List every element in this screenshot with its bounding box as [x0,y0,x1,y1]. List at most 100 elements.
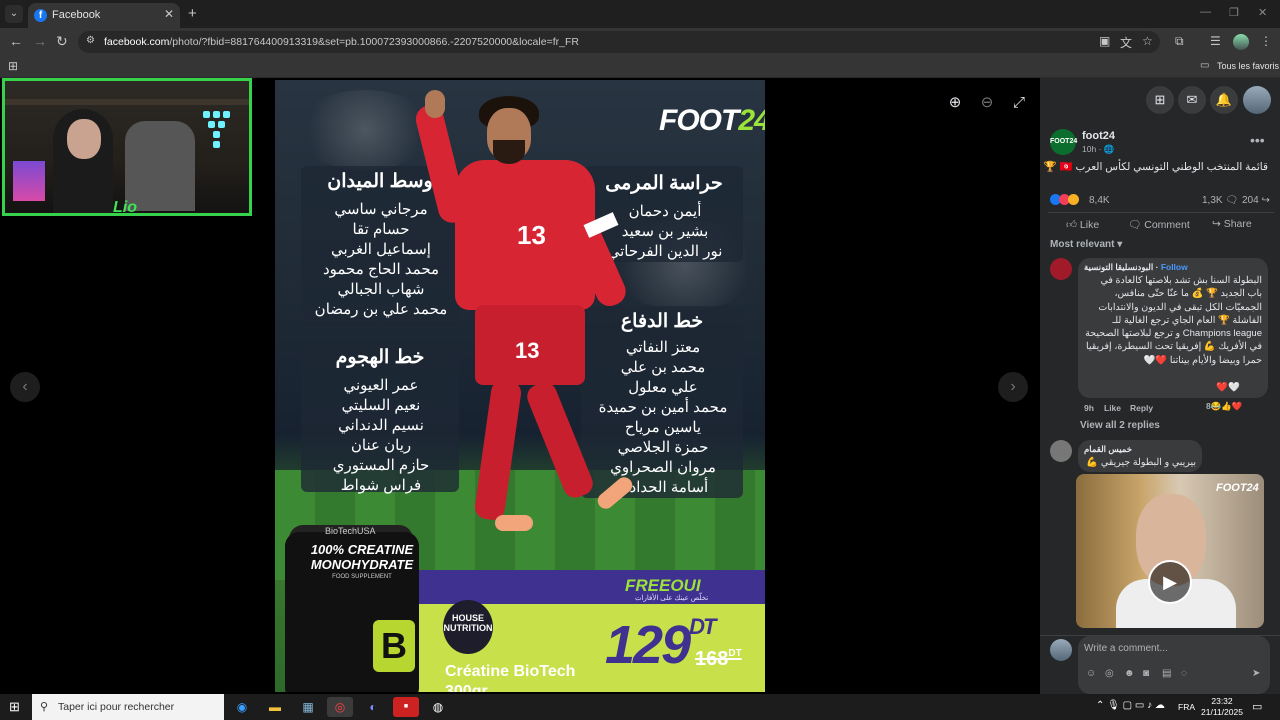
webcam-chair [125,121,195,211]
fullscreen-icon[interactable]: ⤢ [1004,88,1034,118]
camera-icon[interactable]: ◙ [1143,668,1149,679]
profile-avatar[interactable] [1233,34,1249,50]
jar-brand: BioTechUSA [325,526,376,536]
translate-icon[interactable]: 文 [1120,34,1132,51]
obs-app-icon[interactable]: ■ [393,697,419,717]
all-bookmarks-link[interactable]: Tous les favoris [1217,61,1279,71]
zoom-out-icon[interactable]: ⊖ [972,88,1002,118]
post-side-panel: ⊞ ✉ 🔔 FOOT24 foot24 10h · 🌐 ••• قائمة ال… [1040,78,1280,694]
chrome-icon[interactable]: ◎ [327,697,353,717]
attack-title: خط الهجوم [335,347,425,368]
gif-icon[interactable]: ▤ [1162,668,1171,679]
comment-count-value: 1,3K [1202,195,1223,206]
messenger-icon[interactable]: ✉ [1178,86,1206,114]
comment-video[interactable]: FOOT24 ▶ [1076,474,1264,628]
webcam-shelf [5,99,249,105]
comment-like-button[interactable]: Like [1104,403,1121,413]
window-close-icon[interactable]: ✕ [1258,6,1267,19]
language-indicator[interactable]: FRA [1178,702,1195,712]
ad-banner: FREEOUI تخلّص عينك على الأفارات HOUSE NU… [275,525,765,692]
jar-subtitle: FOOD SUPPLEMENT [332,574,392,580]
view-replies-link[interactable]: View all 2 replies [1080,420,1160,431]
back-icon[interactable]: ← [9,33,23,49]
comment-input[interactable]: Write a comment... [1084,643,1168,654]
url-text[interactable]: facebook.com/photo/?fbid=881764400913319… [104,36,579,48]
kebab-menu-icon[interactable]: ⋮ [1260,34,1272,48]
toolbar: ← → ↻ ⚙ facebook.com/photo/?fbid=8817644… [0,28,1280,56]
share-button[interactable]: ↪ Share [1212,218,1252,230]
address-bar[interactable]: ⚙ facebook.com/photo/?fbid=8817644009133… [78,31,1160,53]
clock[interactable]: 23:32 21/11/2025 [1200,696,1244,718]
system-tray-icons[interactable]: ⌃ 🎙 ▢ ▭ ♪ ☁ [1096,700,1165,711]
star-icon[interactable]: ☆ [1142,34,1153,48]
share-arrow-icon: ↪ [1261,195,1270,206]
comment-composer[interactable]: Write a comment... ☺ ◎ ☻ ◙ ▤ ◌ ➤ [1078,636,1270,694]
obs-studio-icon[interactable]: ◍ [425,697,451,717]
comment-count[interactable]: 1,3K 🗨 [1202,195,1238,206]
comment-bubble-icon: 🗨 [1225,195,1239,206]
close-icon[interactable]: ✕ [164,7,174,21]
forward-icon[interactable]: → [33,33,47,49]
search-input[interactable]: Taper ici pour rechercher [58,701,174,713]
taskbar: ⊞ ⚲ Taper ici pour rechercher ◉ ▬ ▦ ◎ ◐ … [0,694,1280,720]
notification-icon[interactable]: ▭ [1252,700,1262,713]
reaction-icons[interactable] [1050,194,1079,206]
commenter-avatar[interactable] [1050,258,1072,280]
share-count-value: 204 [1242,195,1259,206]
extensions-icon[interactable]: ⧉ [1175,34,1184,49]
prev-arrow-icon[interactable]: ‹ [10,372,40,402]
comment-author[interactable]: البودنسليقا التونسية · Follow [1084,262,1188,273]
comment-text: البطولة السنا بش تشد بلاصتها كالعادة في … [1085,275,1262,366]
bookmarks-bar: ⊞ ▭ Tous les favoris [0,56,1280,78]
hex-tile [213,131,220,138]
menu-grid-icon[interactable]: ⊞ [1146,86,1174,114]
url-path: /photo/?fbid=881764400913319&set=pb.1000… [169,36,579,48]
avatar-sticker-icon[interactable]: ☺ [1086,668,1096,679]
like-button[interactable]: 👍︎ Like [1066,218,1099,231]
tab-facebook[interactable]: f Facebook ✕ [28,3,180,28]
cast-icon[interactable]: ▣ [1099,34,1110,48]
sticker-face-icon[interactable]: ◌ [1181,668,1187,679]
plus-icon[interactable]: + [188,5,197,22]
comment-reply-button[interactable]: Reply [1130,403,1153,413]
post-photo[interactable]: FOOT24 وسط الميدان مرجاني ساسي حسام تقا … [275,80,765,692]
commenter-avatar[interactable] [1050,440,1072,462]
play-icon[interactable]: ▶ [1148,560,1192,604]
store-icon[interactable]: ▦ [295,697,321,717]
file-explorer-icon[interactable]: ▬ [262,697,288,717]
comment-author[interactable]: خميس القمام [1084,444,1132,455]
site-info-icon[interactable]: ⚙ [86,35,95,46]
more-options-icon[interactable]: ••• [1250,132,1265,148]
page-avatar[interactable]: FOOT24 [1050,129,1077,155]
next-arrow-icon[interactable]: › [998,372,1028,402]
comment-time[interactable]: 9h [1084,403,1094,413]
minimize-icon[interactable]: — [1200,6,1211,18]
zoom-in-icon[interactable]: ⊕ [940,88,970,118]
comment-button[interactable]: 🗨 Comment [1128,218,1190,231]
comment-reactions[interactable]: 8😂👍❤️ [1206,401,1242,412]
sort-comments-dropdown[interactable]: Most relevant ▾ [1050,239,1122,250]
follow-button[interactable]: Follow [1161,262,1188,272]
sidepanel-icon[interactable]: ☰ [1210,34,1221,48]
hex-tile [203,111,210,118]
page-name[interactable]: foot24 [1082,130,1115,142]
apps-grid-icon[interactable]: ⊞ [8,59,18,73]
post-time[interactable]: 10h · 🌐 [1082,144,1114,155]
windows-start-icon[interactable]: ⊞ [9,699,20,715]
tab-list-icon[interactable]: ⌄ [5,5,23,23]
reaction-count[interactable]: 8,4K [1089,195,1110,206]
reload-icon[interactable]: ↻ [56,33,68,50]
product-size: 300gr [445,683,488,692]
discord-icon[interactable]: ◐ [360,697,386,717]
folder-icon[interactable]: ▭ [1200,60,1209,71]
edge-icon[interactable]: ◉ [229,697,255,717]
taskbar-search[interactable]: ⚲ Taper ici pour rechercher [32,694,224,720]
emoji-icon[interactable]: ☻ [1124,668,1135,679]
sticker-icon[interactable]: ◎ [1105,668,1114,679]
account-avatar[interactable] [1243,86,1271,114]
tab-title: Facebook [52,9,101,21]
send-icon[interactable]: ➤ [1252,668,1260,679]
share-count[interactable]: 204 ↪ [1242,195,1270,206]
maximize-icon[interactable]: ❐ [1229,6,1239,19]
notifications-bell-icon[interactable]: 🔔 [1210,86,1238,114]
